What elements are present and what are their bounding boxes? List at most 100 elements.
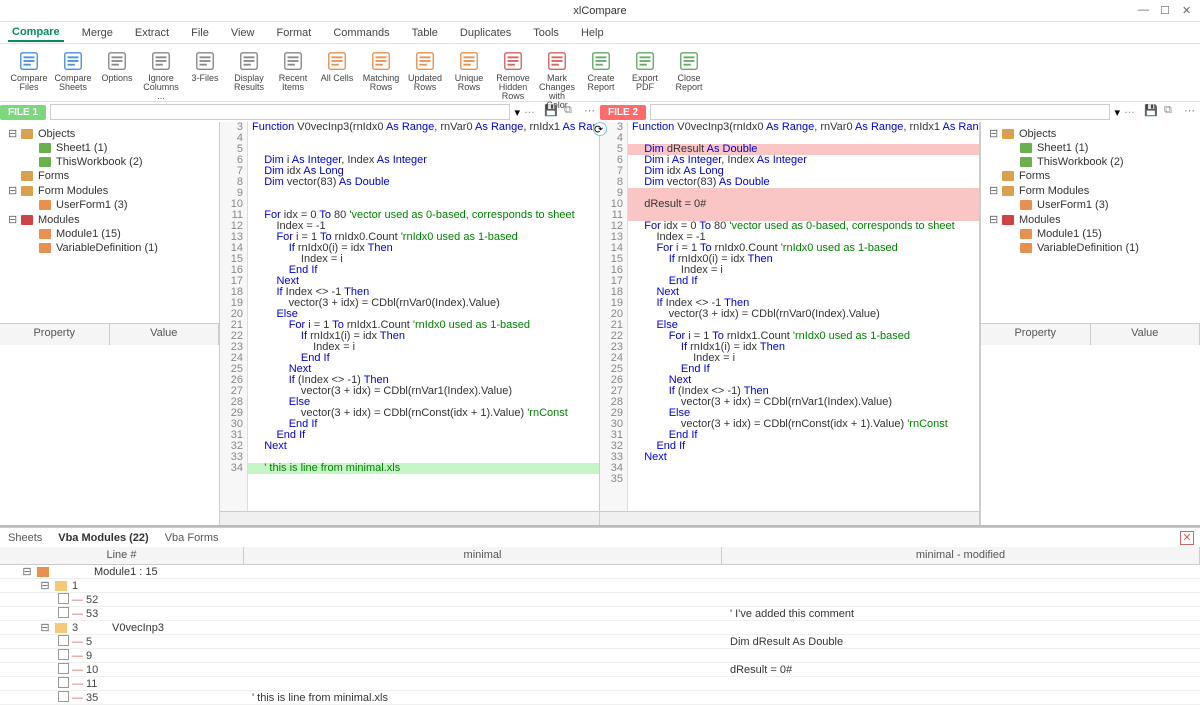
code-line[interactable]: dResult = 0# [628, 199, 979, 210]
expand-icon[interactable]: ⊟ [8, 127, 20, 140]
diff-row[interactable]: —53' I've added this comment [0, 607, 1200, 621]
code-line[interactable]: End If [248, 430, 599, 441]
menu-table[interactable]: Table [408, 25, 442, 41]
file1-more-icon[interactable]: ⋯ [584, 104, 600, 120]
ribbon-ignore[interactable]: IgnoreColumns ... [140, 48, 182, 103]
code-line[interactable]: Dim vector(83) As Double [628, 177, 979, 188]
tree-forms[interactable]: Forms [4, 169, 215, 183]
diff-checkbox[interactable] [58, 677, 69, 688]
ribbon-all-cells[interactable]: All Cells [316, 48, 358, 85]
file1-path-input[interactable] [50, 104, 510, 120]
diff-row[interactable]: —35' this is line from minimal.xls [0, 691, 1200, 705]
tree-thisworkbook[interactable]: ThisWorkbook (2) [4, 155, 215, 169]
file2-copy-icon[interactable]: ⧉ [1164, 104, 1180, 120]
close-icon[interactable]: ✕ [1182, 4, 1196, 18]
ribbon-compare[interactable]: CompareFiles [8, 48, 50, 94]
tree-form-modules[interactable]: ⊟Form Modules [4, 183, 215, 198]
minimize-icon[interactable]: — [1138, 4, 1152, 18]
diff-grid[interactable]: ⊟Module1 : 15⊟1—52—53' I've added this c… [0, 565, 1200, 705]
left-hscroll[interactable] [220, 511, 599, 525]
tree-sheet1[interactable]: Sheet1 (1) [985, 141, 1196, 155]
ribbon-compare[interactable]: CompareSheets [52, 48, 94, 94]
diff-header-modified[interactable]: minimal - modified [722, 547, 1200, 564]
expand-icon[interactable]: ⊟ [8, 213, 20, 226]
code-line[interactable] [248, 188, 599, 199]
tree-sheet1[interactable]: Sheet1 (1) [4, 141, 215, 155]
diff-row[interactable]: —52 [0, 593, 1200, 607]
prop-header-property-r[interactable]: Property [981, 324, 1091, 345]
code-line[interactable] [628, 474, 979, 485]
menu-format[interactable]: Format [273, 25, 316, 41]
tree-module1[interactable]: Module1 (15) [985, 227, 1196, 241]
diff-row[interactable]: —10dResult = 0# [0, 663, 1200, 677]
ribbon-3-files[interactable]: 3-Files [184, 48, 226, 85]
ribbon-unique[interactable]: UniqueRows [448, 48, 490, 94]
menu-file[interactable]: File [187, 25, 213, 41]
close-diff-icon[interactable]: ✕ [1180, 531, 1194, 545]
diff-checkbox[interactable] [58, 649, 69, 660]
code-line[interactable]: vector(3 + idx) = CDbl(rnVar0(Index).Val… [248, 298, 599, 309]
tree-form-modules[interactable]: ⊟Form Modules [985, 183, 1196, 198]
menu-merge[interactable]: Merge [78, 25, 117, 41]
tree-userform1[interactable]: UserForm1 (3) [985, 198, 1196, 212]
expand-icon[interactable]: ⊟ [989, 127, 1001, 140]
right-code[interactable]: Function V0vecInp3(rnIdx0 As Range, rnVa… [628, 122, 979, 511]
bottom-tab-2[interactable]: Vba Forms [165, 532, 219, 544]
menu-extract[interactable]: Extract [131, 25, 173, 41]
ribbon-display[interactable]: DisplayResults [228, 48, 270, 94]
file1-tag[interactable]: FILE 1 [0, 105, 46, 120]
file1-copy-icon[interactable]: ⧉ [564, 104, 580, 120]
code-line[interactable]: Function V0vecInp3(rnIdx0 As Range, rnVa… [248, 122, 599, 133]
code-line[interactable]: End If [628, 276, 979, 287]
tree-objects[interactable]: ⊟Objects [4, 126, 215, 141]
tree-module1[interactable]: Module1 (15) [4, 227, 215, 241]
menu-commands[interactable]: Commands [329, 25, 393, 41]
tree-modules[interactable]: ⊟Modules [985, 212, 1196, 227]
diff-checkbox[interactable] [58, 663, 69, 674]
diff-header-minimal[interactable]: minimal [244, 547, 722, 564]
expand-icon[interactable]: ⊟ [18, 565, 36, 578]
code-line[interactable] [248, 133, 599, 144]
file1-dropdown-icon[interactable]: ▾ [514, 106, 520, 119]
ribbon-matching[interactable]: MatchingRows [360, 48, 402, 94]
menu-duplicates[interactable]: Duplicates [456, 25, 515, 41]
diff-checkbox[interactable] [58, 691, 69, 702]
file1-tool-icon[interactable]: … [524, 104, 540, 120]
menu-view[interactable]: View [227, 25, 259, 41]
tree-userform1[interactable]: UserForm1 (3) [4, 198, 215, 212]
left-code[interactable]: Function V0vecInp3(rnIdx0 As Range, rnVa… [248, 122, 599, 511]
tree-thisworkbook[interactable]: ThisWorkbook (2) [985, 155, 1196, 169]
tree-variabledefinition[interactable]: VariableDefinition (1) [4, 241, 215, 255]
code-line[interactable]: Next [628, 452, 979, 463]
ribbon-create[interactable]: CreateReport [580, 48, 622, 94]
tree-modules[interactable]: ⊟Modules [4, 212, 215, 227]
menu-tools[interactable]: Tools [529, 25, 563, 41]
file2-tag[interactable]: FILE 2 [600, 105, 646, 120]
code-line[interactable]: ' this is line from minimal.xls [248, 463, 599, 474]
right-hscroll[interactable] [600, 511, 979, 525]
diff-nav-icon[interactable]: ⟳ [593, 122, 607, 136]
expand-icon[interactable]: ⊟ [36, 579, 54, 592]
diff-checkbox[interactable] [58, 593, 69, 604]
ribbon-updated[interactable]: UpdatedRows [404, 48, 446, 94]
ribbon-recent[interactable]: RecentItems [272, 48, 314, 94]
bottom-tab-0[interactable]: Sheets [8, 532, 42, 544]
menu-compare[interactable]: Compare [8, 24, 64, 42]
prop-header-value[interactable]: Value [110, 324, 220, 345]
diff-row[interactable]: ⊟1 [0, 579, 1200, 593]
diff-row[interactable]: ⊟Module1 : 15 [0, 565, 1200, 579]
prop-header-value-r[interactable]: Value [1091, 324, 1200, 345]
tree-forms[interactable]: Forms [985, 169, 1196, 183]
file1-save-icon[interactable]: 💾 [544, 104, 560, 120]
expand-icon[interactable]: ⊟ [36, 621, 54, 634]
file2-save-icon[interactable]: 💾 [1144, 104, 1160, 120]
file2-tool-icon[interactable]: … [1124, 104, 1140, 120]
diff-row[interactable]: ⊟3V0vecInp3 [0, 621, 1200, 635]
file2-dropdown-icon[interactable]: ▾ [1114, 106, 1120, 119]
file2-path-input[interactable] [650, 104, 1110, 120]
file2-more-icon[interactable]: ⋯ [1184, 104, 1200, 120]
diff-checkbox[interactable] [58, 635, 69, 646]
diff-header-line[interactable]: Line # [0, 547, 244, 564]
expand-icon[interactable]: ⊟ [989, 184, 1001, 197]
diff-row[interactable]: —11 [0, 677, 1200, 691]
